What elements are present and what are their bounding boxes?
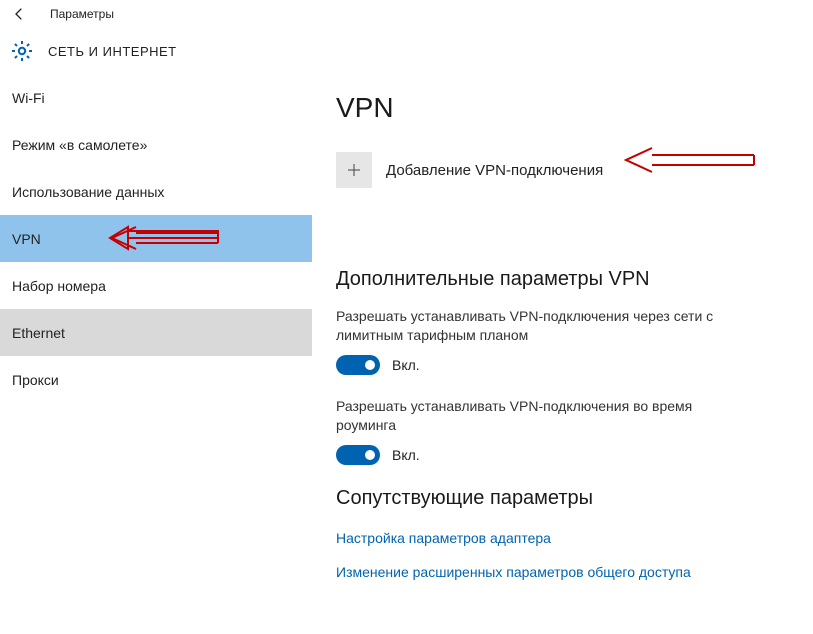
link-sharing-settings[interactable]: Изменение расширенных параметров общего … <box>336 564 789 580</box>
annotation-arrow <box>622 146 756 174</box>
sidebar: Wi-Fi Режим «в самолете» Использование д… <box>0 74 312 634</box>
sidebar-item-airplane[interactable]: Режим «в самолете» <box>0 121 312 168</box>
advanced-heading: Дополнительные параметры VPN <box>336 268 789 291</box>
sidebar-item-vpn[interactable]: VPN <box>0 215 312 262</box>
sidebar-item-ethernet[interactable]: Ethernet <box>0 309 312 356</box>
sidebar-item-dialup[interactable]: Набор номера <box>0 262 312 309</box>
back-button[interactable] <box>8 2 32 26</box>
main-content: VPN Добавление VPN-подключения Дополните… <box>312 74 813 634</box>
settings-icon <box>10 39 34 63</box>
window-title: Параметры <box>50 7 114 21</box>
toggle-metered-state: Вкл. <box>392 357 420 373</box>
annotation-arrow <box>108 224 220 252</box>
page-header: СЕТЬ И ИНТЕРНЕТ <box>0 28 813 74</box>
sidebar-item-proxy[interactable]: Прокси <box>0 356 312 403</box>
toggle-roaming-state: Вкл. <box>392 447 420 463</box>
toggle-metered[interactable] <box>336 355 380 375</box>
related-heading: Сопутствующие параметры <box>336 487 789 510</box>
toggle-metered-label: Разрешать устанавливать VPN-подключения … <box>336 307 716 345</box>
section-title: VPN <box>336 92 789 124</box>
toggle-roaming[interactable] <box>336 445 380 465</box>
sidebar-item-wifi[interactable]: Wi-Fi <box>0 74 312 121</box>
add-vpn-row[interactable]: Добавление VPN-подключения <box>336 152 789 188</box>
link-adapter-settings[interactable]: Настройка параметров адаптера <box>336 530 789 546</box>
add-vpn-label: Добавление VPN-подключения <box>386 162 603 179</box>
toggle-roaming-label: Разрешать устанавливать VPN-подключения … <box>336 397 716 435</box>
related-section: Сопутствующие параметры Настройка параме… <box>336 487 789 580</box>
sidebar-item-datausage[interactable]: Использование данных <box>0 168 312 215</box>
titlebar: Параметры <box>0 0 813 28</box>
add-vpn-button[interactable] <box>336 152 372 188</box>
page-title: СЕТЬ И ИНТЕРНЕТ <box>48 44 177 59</box>
